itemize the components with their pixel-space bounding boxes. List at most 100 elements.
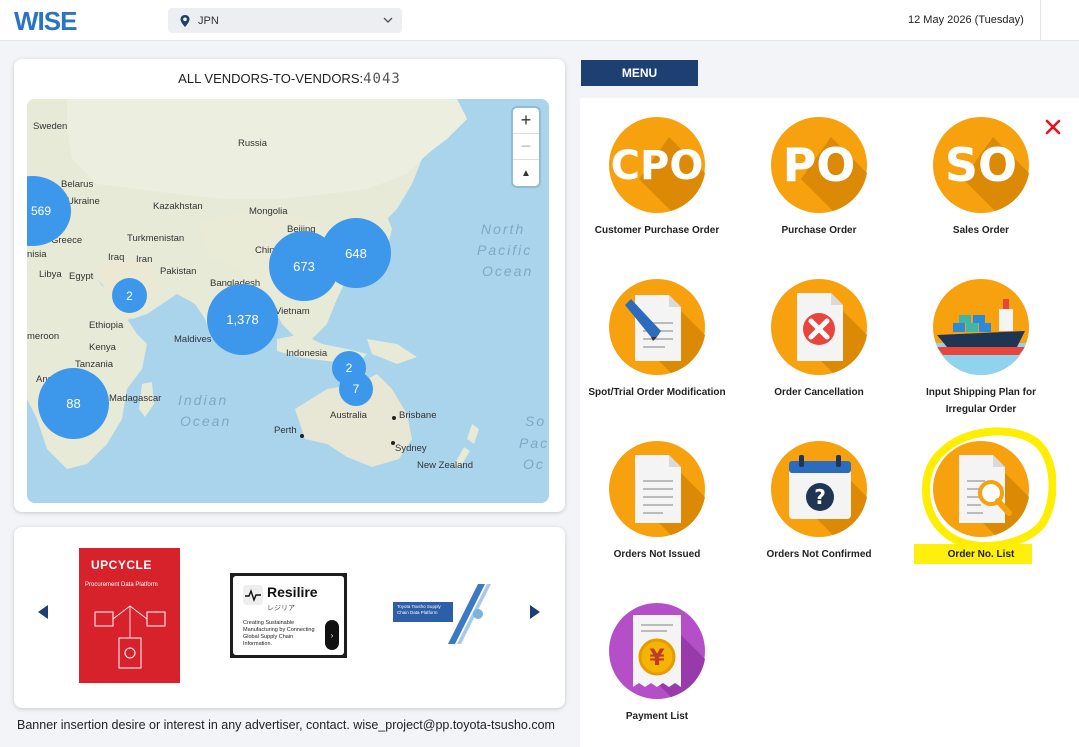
map-label: Sweden	[33, 121, 68, 132]
menu-item-label: Sales Order	[952, 225, 1010, 236]
upcycle-illustration-icon	[94, 605, 166, 669]
map-label: Libya	[39, 269, 62, 280]
location-pin-icon	[180, 14, 190, 27]
map-label: Sydney	[395, 443, 427, 454]
resilire-title: Resilire	[267, 584, 318, 600]
map-cluster[interactable]: 648	[321, 218, 391, 288]
cpo-icon: CPO	[609, 117, 705, 213]
map-label: Belarus	[61, 179, 94, 190]
carousel-prev-button[interactable]	[38, 605, 48, 619]
menu-item-sales-order[interactable]: SO Sales Order	[906, 117, 1056, 247]
resilire-banner[interactable]: Resilire レジリア Creating Sustainable Manuf…	[230, 573, 347, 658]
map-label: Turkmenistan	[127, 233, 185, 244]
map-label: Iraq	[108, 252, 125, 263]
receipt-yen-icon: ¥	[609, 603, 705, 699]
map-title: ALL VENDORS-TO-VENDORS:4043	[14, 71, 565, 87]
vendor-count: 4043	[363, 71, 401, 87]
svg-text:PO: PO	[783, 138, 856, 192]
menu-item-customer-purchase-order[interactable]: CPO Customer Purchase Order	[582, 117, 732, 247]
top-header: WISE JPN 12 May 2026 (Tuesday)	[0, 0, 1079, 41]
map-label: Indonesia	[286, 348, 328, 359]
upcycle-subtitle: Procurement Data Platform	[85, 582, 158, 588]
city-dot	[391, 441, 395, 445]
map-label: Kazakhstan	[153, 201, 203, 212]
menu-item-order-no-list[interactable]: Order No. List	[906, 441, 1056, 571]
zoom-in-button[interactable]: +	[513, 108, 539, 134]
city-dot	[392, 416, 396, 420]
ocean-label: Ocean	[482, 263, 534, 279]
current-date: 12 May 2026 (Tuesday)	[908, 14, 1024, 26]
calendar-question-icon: ?	[771, 441, 867, 537]
menu-item-purchase-order[interactable]: PO Purchase Order	[744, 117, 894, 247]
map-cluster[interactable]: 2	[112, 278, 147, 313]
world-map[interactable]: + − ▲ Sweden Russia Belarus Ukraine Kaza…	[27, 99, 549, 503]
map-cluster[interactable]: 7	[339, 372, 373, 406]
zoom-out-button[interactable]: −	[513, 134, 539, 160]
ocean-label: Ocean	[180, 413, 232, 429]
carousel-next-button[interactable]	[530, 605, 540, 619]
resilire-description: Creating Sustainable Manufacturing by Co…	[243, 620, 315, 647]
map-label: New Zealand	[417, 460, 473, 471]
toyota-banner[interactable]: Toyota Tsusho Supply Chain Data Platform	[393, 584, 500, 644]
resilire-logo-icon	[243, 585, 263, 605]
map-cluster[interactable]: 1,378	[207, 284, 278, 355]
ocean-label: Oc	[523, 456, 545, 472]
map-label: Mongolia	[249, 206, 288, 217]
menu-item-order-cancellation[interactable]: Order Cancellation	[744, 279, 894, 409]
map-label: Perth	[274, 425, 297, 436]
reset-north-button[interactable]: ▲	[513, 160, 539, 186]
svg-text:¥: ¥	[649, 646, 665, 671]
menu-item-label: Payment List	[625, 711, 689, 722]
menu-item-label: Orders Not Confirmed	[766, 549, 872, 560]
upcycle-banner[interactable]: UPCYCLE Procurement Data Platform	[79, 548, 180, 683]
menu-item-orders-not-confirmed[interactable]: ? Orders Not Confirmed	[744, 441, 894, 571]
map-label: Australia	[330, 410, 367, 421]
menu-item-label: Order No. List	[947, 549, 1015, 560]
map-label: Ukraine	[67, 196, 100, 207]
map-label: Iran	[136, 254, 153, 265]
menu-item-label: Order Cancellation	[774, 387, 864, 398]
menu-item-input-shipping-plan[interactable]: Input Shipping Plan for Irregular Order	[906, 279, 1056, 419]
cancel-document-icon	[771, 279, 867, 375]
wise-logo[interactable]: WISE	[14, 6, 94, 36]
po-icon: PO	[771, 117, 867, 213]
ocean-label: Pacific	[477, 242, 533, 258]
ocean-label: North	[481, 221, 526, 237]
document-icon	[609, 441, 705, 537]
map-label: Brisbane	[399, 410, 437, 421]
map-label: Ethiopia	[89, 320, 124, 331]
map-label: Maldives	[174, 334, 212, 345]
menu-item-spot-trial-order-modification[interactable]: Spot/Trial Order Modification	[582, 279, 732, 419]
header-divider	[1040, 0, 1041, 40]
toyota-banner-text: Toyota Tsusho Supply Chain Data Platform	[397, 604, 441, 615]
svg-text:WISE: WISE	[14, 6, 77, 36]
map-label: nisia	[27, 249, 47, 260]
map-title-text: ALL VENDORS-TO-VENDORS:	[178, 71, 364, 86]
menu-item-label: Input Shipping Plan for Irregular Order	[926, 387, 1036, 415]
document-search-icon	[933, 441, 1029, 537]
map-landmass	[27, 99, 549, 503]
map-label: Madagascar	[109, 393, 162, 404]
menu-item-payment-list[interactable]: ¥ Payment List	[582, 603, 732, 733]
menu-item-orders-not-issued[interactable]: Orders Not Issued	[582, 441, 732, 571]
ocean-label: Indian	[178, 392, 229, 408]
contact-info: Banner insertion desire or interest in a…	[17, 718, 555, 732]
country-selector[interactable]: JPN	[168, 8, 402, 33]
map-label: Kenya	[89, 342, 116, 353]
ocean-label: So	[525, 413, 547, 429]
map-label: Pakistan	[160, 266, 197, 277]
menu-tab[interactable]: MENU	[581, 60, 698, 86]
vendors-map-card: ALL VENDORS-TO-VENDORS:4043 + − ▲ Sweden…	[14, 59, 565, 512]
map-cluster[interactable]: 88	[38, 368, 109, 439]
chevron-right-icon: ›	[325, 620, 339, 650]
menu-item-label: Customer Purchase Order	[594, 225, 720, 236]
svg-text:SO: SO	[945, 138, 1017, 192]
resilire-kana: レジリア	[267, 605, 295, 612]
map-label: meroon	[27, 331, 60, 342]
svg-text:CPO: CPO	[611, 143, 704, 189]
zoom-controls: + − ▲	[513, 108, 539, 186]
ocean-label: Pac	[519, 435, 549, 451]
svg-text:?: ?	[814, 485, 826, 509]
chevron-down-icon	[383, 17, 393, 23]
banner-carousel: UPCYCLE Procurement Data Platform Resili…	[14, 527, 565, 708]
